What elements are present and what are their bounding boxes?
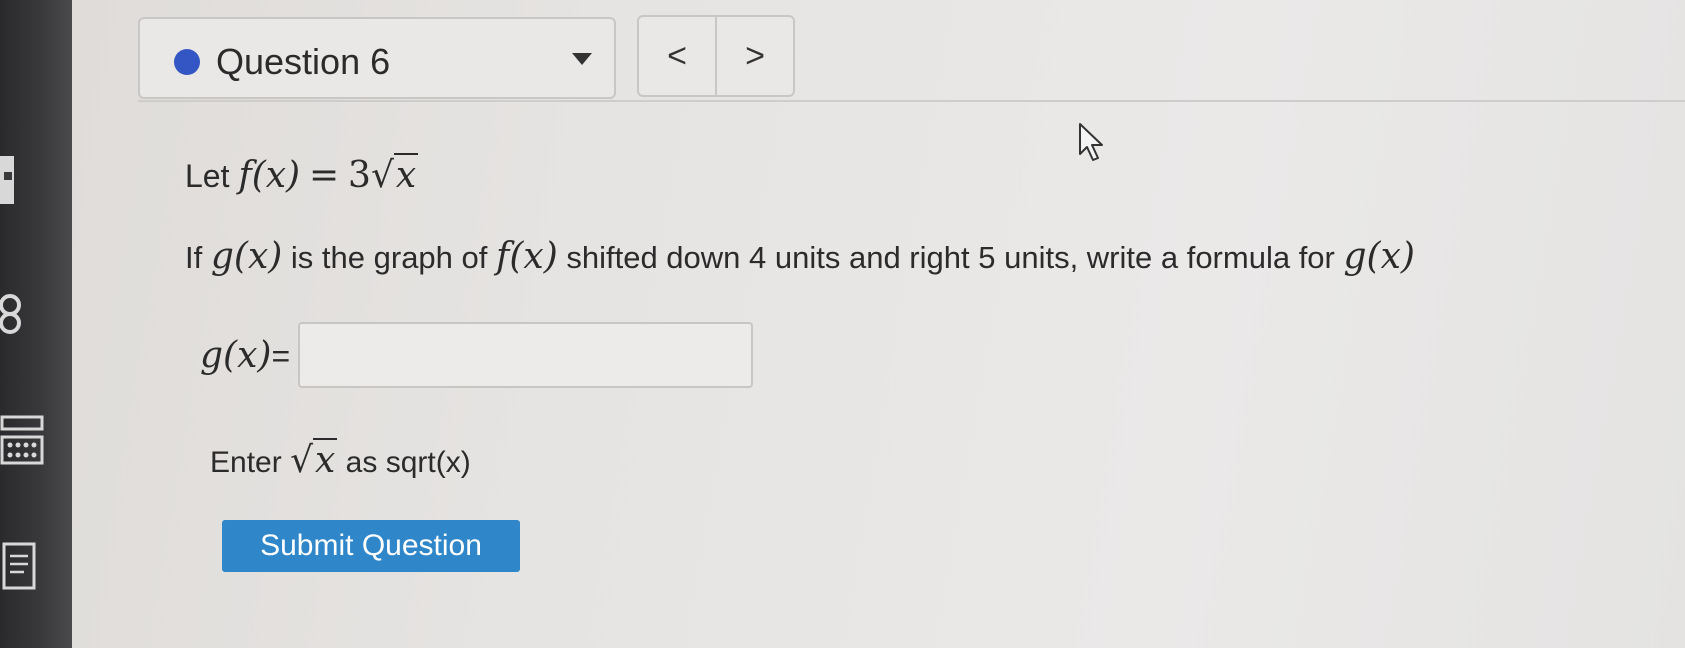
function-definition: Let f(x) = 3√x: [185, 153, 419, 196]
g-of-x: g(x): [200, 334, 272, 376]
answer-label: g(x)=: [200, 335, 290, 376]
input-hint: Enter √x as sqrt(x): [210, 438, 471, 481]
toolbar-icon[interactable]: [0, 150, 30, 210]
g-of-x: g(x): [210, 236, 283, 277]
let-text: Let: [185, 158, 230, 194]
answer-row: g(x)=: [200, 322, 754, 388]
g-of-x: g(x): [1343, 236, 1415, 277]
mouse-pointer-icon: [1078, 122, 1108, 171]
coefficient: 3: [348, 155, 371, 196]
if-text: If: [185, 240, 203, 275]
hint-prefix: Enter: [210, 446, 282, 479]
f-of-x: f(x): [496, 236, 558, 277]
radical-sign-icon: √: [290, 440, 314, 481]
f-of-x: f(x): [238, 155, 301, 196]
previous-question-button[interactable]: <: [639, 17, 715, 95]
answer-input[interactable]: [298, 322, 754, 388]
question-nav: < >: [637, 15, 795, 97]
radical-sign-icon: √: [370, 155, 394, 196]
chevron-down-icon[interactable]: [572, 53, 592, 65]
notes-icon[interactable]: [0, 540, 42, 595]
left-toolbar: [0, 0, 72, 648]
prompt-text-2: shifted down 4 units and right 5 units, …: [566, 240, 1335, 275]
question-selector[interactable]: Question 6: [138, 17, 616, 99]
square-root: √x: [370, 153, 419, 196]
keypad-icon[interactable]: [0, 415, 48, 470]
radicand: x: [393, 153, 419, 196]
equals-sign: =: [271, 337, 291, 374]
radicand: x: [313, 438, 338, 481]
submit-question-button[interactable]: Submit Question: [222, 520, 520, 572]
hint-suffix: as sqrt(x): [345, 446, 471, 479]
link-icon[interactable]: [0, 285, 36, 345]
divider: [138, 100, 1685, 102]
next-question-button[interactable]: >: [715, 17, 793, 95]
status-dot: [174, 49, 200, 75]
prompt-text-1: is the graph of: [290, 240, 488, 275]
square-root: √x: [290, 438, 338, 481]
equals-sign: =: [308, 155, 340, 196]
question-title: Question 6: [216, 41, 391, 82]
question-prompt: If g(x) is the graph of f(x) shifted dow…: [185, 236, 1415, 277]
